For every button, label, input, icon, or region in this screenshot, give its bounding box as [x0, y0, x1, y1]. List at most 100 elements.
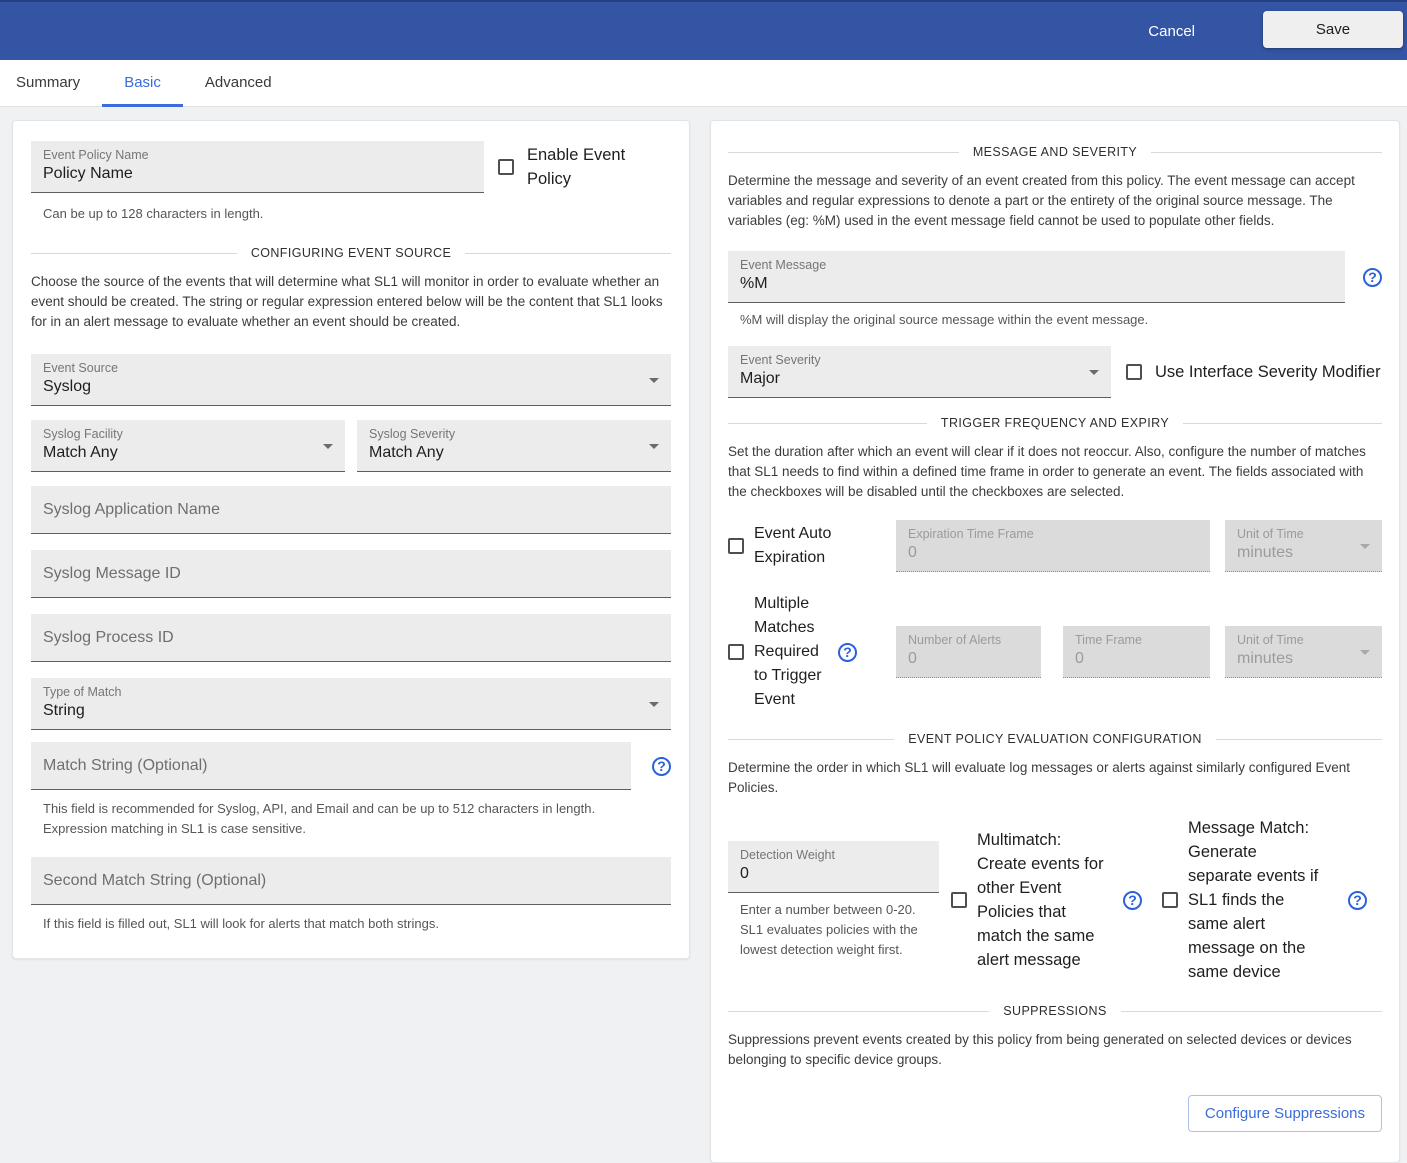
multiple-matches-checkbox[interactable] [728, 644, 744, 660]
expiration-time-frame-field: Expiration Time Frame 0 [896, 520, 1210, 572]
syslog-facility-select[interactable]: Syslog Facility Match Any [31, 420, 345, 472]
syslog-message-id-input[interactable] [31, 550, 671, 598]
auto-expiration-fields: Expiration Time Frame 0 Unit of Time min… [896, 520, 1382, 572]
message-severity-panel: MESSAGE AND SEVERITY Determine the messa… [710, 120, 1400, 1163]
event-severity-label: Event Severity [740, 352, 1099, 368]
help-icon[interactable]: ? [1123, 891, 1142, 910]
event-message-value: %M [740, 273, 1333, 295]
policy-name-helper: Can be up to 128 characters in length. [31, 204, 671, 224]
type-of-match-select[interactable]: Type of Match String [31, 678, 671, 730]
interface-severity-modifier-label: Use Interface Severity Modifier [1155, 360, 1381, 384]
chevron-down-icon [1089, 370, 1099, 375]
configuring-description: Choose the source of the events that wil… [31, 272, 671, 332]
event-message-field[interactable]: Event Message %M [728, 251, 1345, 303]
syslog-application-name-input[interactable] [31, 486, 671, 534]
chevron-down-icon [649, 702, 659, 707]
chevron-down-icon [323, 444, 333, 449]
event-source-label: Event Source [43, 360, 659, 376]
help-icon[interactable]: ? [838, 643, 857, 662]
tab-basic[interactable]: Basic [102, 60, 183, 107]
tab-summary[interactable]: Summary [8, 60, 102, 107]
multiple-matches-row: Multiple Matches Required to Trigger Eve… [728, 592, 1382, 712]
content-area: Event Policy Name Policy Name Enable Eve… [0, 107, 1407, 1163]
multimatch-control: Multimatch: Create events for other Even… [951, 828, 1142, 972]
policy-name-row: Event Policy Name Policy Name Enable Eve… [31, 141, 671, 193]
event-message-helper: %M will display the original source mess… [728, 310, 1382, 330]
number-of-alerts-value: 0 [908, 648, 1029, 670]
event-source-panel: Event Policy Name Policy Name Enable Eve… [12, 120, 690, 959]
enable-event-policy: Enable Event Policy [498, 143, 671, 191]
message-severity-description: Determine the message and severity of an… [728, 171, 1382, 231]
section-configuring-event-source: CONFIGURING EVENT SOURCE [31, 246, 671, 260]
event-policy-name-label: Event Policy Name [43, 147, 472, 163]
top-bar: Cancel Save [0, 0, 1407, 60]
auto-expiration-row: Event Auto Expiration Expiration Time Fr… [728, 520, 1382, 572]
suppressions-description: Suppressions prevent events created by t… [728, 1030, 1382, 1070]
number-of-alerts-field: Number of Alerts 0 [896, 626, 1041, 678]
syslog-facility-value: Match Any [43, 442, 333, 464]
help-icon[interactable]: ? [652, 757, 671, 776]
syslog-severity-label: Syslog Severity [369, 426, 659, 442]
detection-weight-helper: Enter a number between 0-20. SL1 evaluat… [728, 900, 939, 960]
time-frame-field: Time Frame 0 [1063, 626, 1210, 678]
detection-weight-field[interactable]: Detection Weight 0 [728, 841, 939, 893]
interface-severity-modifier: Use Interface Severity Modifier [1126, 360, 1381, 384]
multiple-matches-label: Multiple Matches Required to Trigger Eve… [754, 592, 828, 712]
multiple-matches-control: Multiple Matches Required to Trigger Eve… [728, 592, 896, 712]
event-policy-name-field[interactable]: Event Policy Name Policy Name [31, 141, 484, 193]
section-message-and-severity: MESSAGE AND SEVERITY [728, 145, 1382, 159]
expiration-unit-label: Unit of Time [1237, 526, 1370, 542]
match-string-input[interactable] [31, 742, 631, 790]
number-of-alerts-label: Number of Alerts [908, 632, 1029, 648]
syslog-process-id-input[interactable] [31, 614, 671, 662]
message-match-control: Message Match: Generate separate events … [1162, 816, 1367, 984]
event-severity-row: Event Severity Major Use Interface Sever… [728, 346, 1382, 398]
syslog-facility-severity-row: Syslog Facility Match Any Syslog Severit… [31, 420, 671, 472]
evaluation-row: Detection Weight 0 Enter a number betwee… [728, 816, 1382, 984]
tab-bar: Summary Basic Advanced [0, 60, 1407, 107]
tab-advanced[interactable]: Advanced [183, 60, 294, 107]
event-source-select[interactable]: Event Source Syslog [31, 354, 671, 406]
message-match-checkbox[interactable] [1162, 892, 1178, 908]
multiple-matches-fields: Number of Alerts 0 Time Frame 0 Unit of … [896, 626, 1382, 678]
event-message-row: Event Message %M ? [728, 251, 1382, 303]
save-button[interactable]: Save [1263, 11, 1403, 48]
type-of-match-label: Type of Match [43, 684, 659, 700]
event-severity-select[interactable]: Event Severity Major [728, 346, 1111, 398]
detection-weight-value: 0 [740, 863, 927, 885]
interface-severity-modifier-checkbox[interactable] [1126, 364, 1142, 380]
configure-suppressions-button[interactable]: Configure Suppressions [1188, 1095, 1382, 1132]
matches-unit-value: minutes [1237, 648, 1370, 670]
matches-unit-label: Unit of Time [1237, 632, 1370, 648]
section-suppressions: SUPPRESSIONS [728, 1004, 1382, 1018]
detection-weight-block: Detection Weight 0 Enter a number betwee… [728, 841, 939, 960]
help-icon[interactable]: ? [1363, 268, 1382, 287]
second-match-string-input[interactable] [31, 857, 671, 905]
event-auto-expiration-label: Event Auto Expiration [754, 522, 864, 570]
chevron-down-icon [649, 378, 659, 383]
suppressions-button-row: Configure Suppressions [728, 1095, 1382, 1132]
time-frame-label: Time Frame [1075, 632, 1198, 648]
enable-event-policy-label: Enable Event Policy [527, 143, 671, 191]
syslog-severity-select[interactable]: Syslog Severity Match Any [357, 420, 671, 472]
time-frame-value: 0 [1075, 648, 1198, 670]
help-icon[interactable]: ? [1348, 891, 1367, 910]
message-match-label: Message Match: Generate separate events … [1188, 816, 1322, 984]
event-auto-expiration-checkbox[interactable] [728, 538, 744, 554]
expiration-unit-value: minutes [1237, 542, 1370, 564]
cancel-button[interactable]: Cancel [1138, 15, 1205, 48]
detection-weight-label: Detection Weight [740, 847, 927, 863]
event-severity-value: Major [740, 368, 1099, 390]
evaluation-description: Determine the order in which SL1 will ev… [728, 758, 1382, 798]
section-evaluation-configuration: EVENT POLICY EVALUATION CONFIGURATION [728, 732, 1382, 746]
chevron-down-icon [649, 444, 659, 449]
syslog-severity-value: Match Any [369, 442, 659, 464]
matches-unit-of-time-select: Unit of Time minutes [1225, 626, 1382, 678]
enable-event-policy-checkbox[interactable] [498, 159, 514, 175]
multimatch-checkbox[interactable] [951, 892, 967, 908]
event-source-value: Syslog [43, 376, 659, 398]
expiration-time-frame-label: Expiration Time Frame [908, 526, 1198, 542]
match-string-helper: This field is recommended for Syslog, AP… [31, 799, 631, 839]
auto-expiration-control: Event Auto Expiration [728, 522, 896, 570]
second-match-helper: If this field is filled out, SL1 will lo… [31, 914, 671, 934]
